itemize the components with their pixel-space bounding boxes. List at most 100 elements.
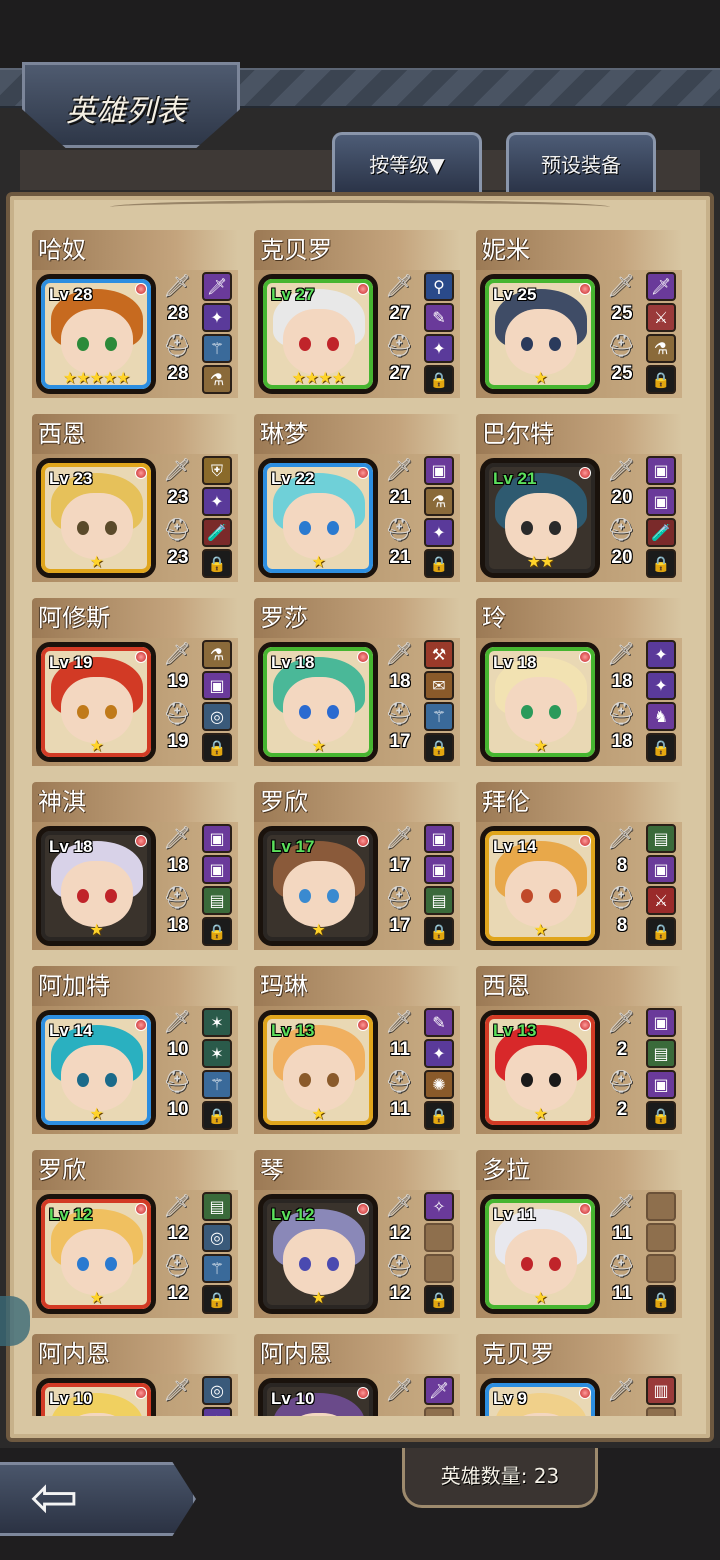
scroll-icon[interactable]: ✉ (424, 671, 454, 700)
hero-card[interactable]: 罗欣 Lv 17 ★ 🗡 17 ⛑ 17 ▣ ▣ ▤ 🔒 (254, 782, 460, 950)
bag-icon[interactable]: ▣ (646, 487, 676, 516)
lock-icon[interactable]: 🔒 (424, 733, 454, 762)
bag-icon[interactable]: ▣ (424, 824, 454, 853)
hero-card[interactable]: 克贝罗Lv 9🗡⛑▥🔒 (476, 1334, 682, 1416)
hero-card[interactable]: 罗欣 Lv 12 ★ 🗡 12 ⛑ 12 ▤ ◎ ⚚ 🔒 (32, 1150, 238, 1318)
hero-card[interactable]: 哈奴 Lv 28 ★★★★★ 🗡 28 ⛑ 28 🗡 ✦ ⚚ ⚗ (32, 230, 238, 398)
lock-icon[interactable]: 🔒 (202, 917, 232, 946)
hero-card[interactable]: 西恩 Lv 13 ★ 🗡 2 ⛑ 2 ▣ ▤ ▣ 🔒 (476, 966, 682, 1134)
bag-icon[interactable]: ▣ (202, 671, 232, 700)
wand-icon[interactable]: ✦ (646, 640, 676, 669)
hero-portrait[interactable]: Lv 10 (258, 1378, 378, 1416)
hero-portrait[interactable]: Lv 11 ★ (480, 1194, 600, 1314)
hero-portrait[interactable]: Lv 22 ★ (258, 458, 378, 578)
hero-portrait[interactable]: Lv 12 ★ (258, 1194, 378, 1314)
hero-card[interactable]: 罗莎 Lv 18 ★ 🗡 18 ⛑ 17 ⚒ ✉ ⚚ 🔒 (254, 598, 460, 766)
staff-icon[interactable]: ⚚ (202, 1254, 232, 1283)
hero-portrait[interactable]: Lv 18 ★ (258, 642, 378, 762)
empty-equipment-slot[interactable] (646, 1407, 676, 1416)
ring-icon[interactable]: ◎ (202, 1376, 232, 1405)
hero-portrait[interactable]: Lv 9 (480, 1378, 600, 1416)
lock-icon[interactable]: 🔒 (424, 917, 454, 946)
staff-icon[interactable]: ⚚ (424, 702, 454, 731)
dagger-icon[interactable]: ✎ (424, 1008, 454, 1037)
hero-card[interactable]: 阿内恩Lv 10🗡⛑◎✦🔒 (32, 1334, 238, 1416)
staff-icon[interactable]: ⚚ (202, 1070, 232, 1099)
hero-card[interactable]: 玛琳 Lv 13 ★ 🗡 11 ⛑ 11 ✎ ✦ ✺ 🔒 (254, 966, 460, 1134)
hero-portrait[interactable]: Lv 13 ★ (258, 1010, 378, 1130)
chest-icon[interactable]: ▥ (646, 1376, 676, 1405)
hero-card[interactable]: 琳梦 Lv 22 ★ 🗡 21 ⛑ 21 ▣ ⚗ ✦ 🔒 (254, 414, 460, 582)
side-event-tab[interactable] (0, 1296, 30, 1346)
bag-icon[interactable]: ▣ (646, 1070, 676, 1099)
wand-icon[interactable]: ✦ (202, 303, 232, 332)
wand-icon[interactable]: ✦ (424, 334, 454, 363)
sort-by-level-button[interactable]: 按等级▼ (332, 132, 482, 192)
claw-icon[interactable]: ✶ (202, 1008, 232, 1037)
bag-icon[interactable]: ▣ (202, 824, 232, 853)
lock-icon[interactable]: 🔒 (202, 733, 232, 762)
hero-portrait[interactable]: Lv 18 ★ (36, 826, 156, 946)
pack-icon[interactable]: ▤ (202, 1192, 232, 1221)
hero-portrait[interactable]: Lv 21 ★★ (480, 458, 600, 578)
blade-icon[interactable]: ⚔ (646, 886, 676, 915)
hero-portrait[interactable]: Lv 27 ★★★★ (258, 274, 378, 394)
hero-card[interactable]: 阿修斯 Lv 19 ★ 🗡 19 ⛑ 19 ⚗ ▣ ◎ 🔒 (32, 598, 238, 766)
empty-equipment-slot[interactable] (424, 1254, 454, 1283)
cloak-icon[interactable]: ♞ (646, 702, 676, 731)
lock-icon[interactable]: 🔒 (646, 733, 676, 762)
hero-card[interactable]: 玲 Lv 18 ★ 🗡 18 ⛑ 18 ✦ ✦ ♞ 🔒 (476, 598, 682, 766)
lock-icon[interactable]: 🔒 (202, 549, 232, 578)
hero-card[interactable]: 多拉 Lv 11 ★ 🗡 11 ⛑ 11 🔒 (476, 1150, 682, 1318)
hero-portrait[interactable]: Lv 28 ★★★★★ (36, 274, 156, 394)
hero-card[interactable]: 妮米 Lv 25 ★ 🗡 25 ⛑ 25 🗡 ⚔ ⚗ 🔒 (476, 230, 682, 398)
hero-card[interactable]: 西恩 Lv 23 ★ 🗡 23 ⛑ 23 ⛨ ✦ 🧪 🔒 (32, 414, 238, 582)
hero-card[interactable]: 克贝罗 Lv 27 ★★★★ 🗡 27 ⛑ 27 ⚲ ✎ ✦ 🔒 (254, 230, 460, 398)
lock-icon[interactable]: 🔒 (424, 365, 454, 394)
lock-icon[interactable]: 🔒 (202, 1101, 232, 1130)
hero-card[interactable]: 阿加特 Lv 14 ★ 🗡 10 ⛑ 10 ✶ ✶ ⚚ 🔒 (32, 966, 238, 1134)
lock-icon[interactable]: 🔒 (646, 549, 676, 578)
hero-card[interactable]: 神淇 Lv 18 ★ 🗡 18 ⛑ 18 ▣ ▣ ▤ 🔒 (32, 782, 238, 950)
wand-icon[interactable]: ✦ (202, 1407, 232, 1416)
hero-portrait[interactable]: Lv 19 ★ (36, 642, 156, 762)
empty-equipment-slot[interactable] (646, 1223, 676, 1252)
hero-card[interactable]: 巴尔特 Lv 21 ★★ 🗡 20 ⛑ 20 ▣ ▣ 🧪 🔒 (476, 414, 682, 582)
potion-icon[interactable]: ⚗ (202, 365, 232, 394)
lock-icon[interactable]: 🔒 (646, 917, 676, 946)
wand-icon[interactable]: ✦ (424, 518, 454, 547)
hero-portrait[interactable]: Lv 17 ★ (258, 826, 378, 946)
hero-card[interactable]: 阿内恩Lv 10🗡⛑🗡🔒 (254, 1334, 460, 1416)
hero-portrait[interactable]: Lv 13 ★ (480, 1010, 600, 1130)
empty-equipment-slot[interactable] (424, 1223, 454, 1252)
hero-card[interactable]: 拜伦 Lv 14 ★ 🗡 8 ⛑ 8 ▤ ▣ ⚔ 🔒 (476, 782, 682, 950)
potion-icon[interactable]: ⚗ (424, 487, 454, 516)
hero-card[interactable]: 琴 Lv 12 ★ 🗡 12 ⛑ 12 ✧ 🔒 (254, 1150, 460, 1318)
lock-icon[interactable]: 🔒 (424, 1285, 454, 1314)
bag-icon[interactable]: ▣ (646, 855, 676, 884)
sword-icon[interactable]: 🗡 (202, 272, 232, 301)
wand-icon[interactable]: ✦ (202, 487, 232, 516)
staff-icon[interactable]: ⚚ (202, 334, 232, 363)
hero-portrait[interactable]: Lv 23 ★ (36, 458, 156, 578)
lock-icon[interactable]: 🔒 (424, 1101, 454, 1130)
bottle-icon[interactable]: 🧪 (646, 518, 676, 547)
wand-icon[interactable]: ✦ (424, 1039, 454, 1068)
scepter-icon[interactable]: ⚲ (424, 272, 454, 301)
ring-icon[interactable]: ◎ (202, 702, 232, 731)
lock-icon[interactable]: 🔒 (646, 1101, 676, 1130)
bag-icon[interactable]: ▣ (424, 456, 454, 485)
pack-icon[interactable]: ▤ (646, 1039, 676, 1068)
lock-icon[interactable]: 🔒 (646, 1285, 676, 1314)
lock-icon[interactable]: 🔒 (646, 365, 676, 394)
wand-icon[interactable]: ✦ (646, 671, 676, 700)
empty-equipment-slot[interactable] (646, 1254, 676, 1283)
spear-icon[interactable]: ⚔ (646, 303, 676, 332)
ring-icon[interactable]: ◎ (202, 1223, 232, 1252)
orb-icon[interactable]: ✺ (424, 1070, 454, 1099)
sword-icon[interactable]: 🗡 (646, 272, 676, 301)
potion-icon[interactable]: ⚗ (202, 640, 232, 669)
hero-portrait[interactable]: Lv 25 ★ (480, 274, 600, 394)
empty-equipment-slot[interactable] (646, 1192, 676, 1221)
hero-portrait[interactable]: Lv 14 ★ (36, 1010, 156, 1130)
